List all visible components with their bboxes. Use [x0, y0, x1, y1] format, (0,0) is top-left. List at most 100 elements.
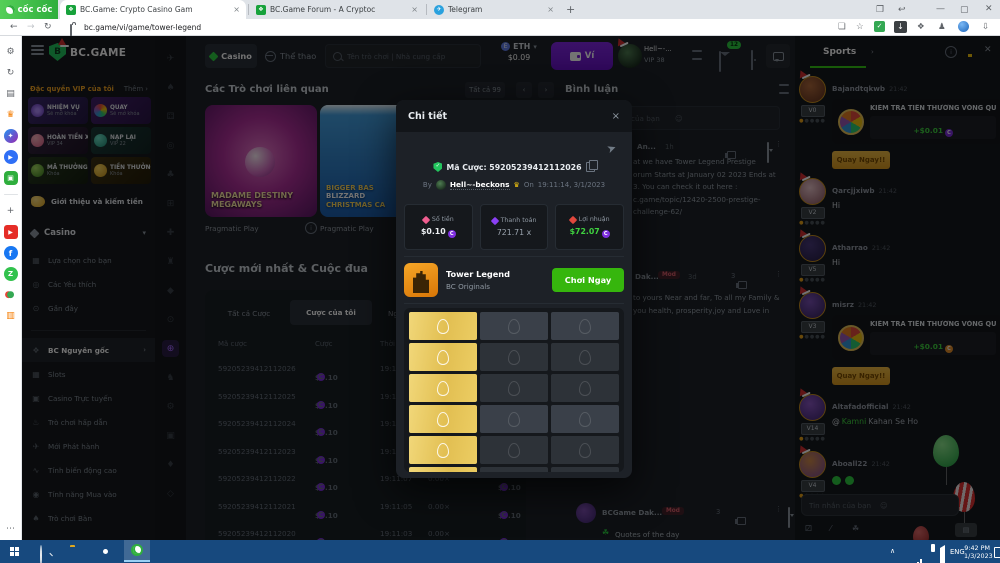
language-label[interactable]: ENG — [950, 548, 965, 556]
bet-id-row: ✓ Mã Cược: 59205239412112026 — [396, 162, 632, 172]
maximize-button[interactable]: ▢ — [960, 5, 969, 15]
downloads-tray-icon[interactable]: ⇩ — [982, 22, 989, 32]
tower-cell[interactable] — [409, 405, 477, 433]
browser-addressbar: ← → ↻ bc.game/vi/game/tower-legend ❏ ☆ ✓… — [0, 19, 1000, 36]
facebook-icon[interactable]: f — [4, 246, 18, 260]
tab-bc-game[interactable]: ❖ BC.Game: Crypto Casino Gam × — [60, 0, 246, 19]
stat-box: Lợi nhuận $72.07C — [555, 204, 624, 250]
reader-icon[interactable]: ❏ — [838, 22, 846, 32]
tab-bc-forum[interactable]: ❖ BC.Game Forum - A Cryptoc × — [250, 0, 424, 19]
bookmark-star-icon[interactable]: ☆ — [856, 22, 864, 32]
stat-box: Thanh toán 721.71 x — [480, 204, 549, 250]
tower-cell[interactable] — [480, 343, 548, 371]
minimize-button[interactable]: — — [936, 4, 945, 14]
tower-cell[interactable] — [551, 405, 619, 433]
play-now-button[interactable]: Chơi Ngay — [552, 268, 624, 292]
speaker-icon[interactable] — [940, 545, 945, 563]
extension-icon[interactable]: ❖ — [917, 22, 925, 32]
tab-separator — [248, 4, 249, 15]
games-icon[interactable]: ▣ — [4, 171, 18, 185]
tower-cell[interactable] — [409, 312, 477, 340]
bet-stats: Số tiền $0.10C Thanh toán 721.71 x Lợi n… — [404, 204, 624, 250]
new-tab-button[interactable]: + — [566, 3, 575, 16]
tower-row — [409, 374, 619, 402]
tower-cell[interactable] — [409, 374, 477, 402]
tower-cell[interactable] — [409, 436, 477, 464]
modal-header: Chi tiết × — [396, 100, 632, 132]
tower-cell[interactable] — [551, 343, 619, 371]
url-text[interactable]: bc.game/vi/game/tower-legend — [84, 23, 201, 32]
egg-icon — [508, 319, 520, 334]
tab-close-icon[interactable]: × — [233, 5, 240, 14]
telegram-favicon-icon: ✈ — [434, 5, 444, 15]
tab-close-icon[interactable]: × — [547, 5, 554, 14]
gear-icon[interactable]: ⚙ — [4, 45, 18, 59]
color-dot-icon[interactable]: ● — [4, 288, 18, 302]
coccoc-brand[interactable]: cốc cốc — [0, 0, 58, 19]
egg-icon — [579, 381, 591, 396]
tray-expand-icon[interactable]: ∧ — [890, 547, 895, 555]
tower-cell[interactable] — [409, 467, 477, 472]
tower-cell[interactable] — [551, 436, 619, 464]
tower-cell[interactable] — [480, 405, 548, 433]
reload-icon[interactable]: ↻ — [44, 22, 52, 32]
messenger-icon[interactable]: ✦ — [4, 129, 18, 143]
cart-icon[interactable]: ▥ — [4, 309, 18, 323]
tower-cell[interactable] — [480, 312, 548, 340]
egg-icon — [437, 381, 449, 396]
bcgame-favicon-icon: ❖ — [256, 5, 266, 15]
forward-icon[interactable]: → — [27, 22, 35, 32]
start-button[interactable] — [10, 547, 19, 556]
tower-cell[interactable] — [551, 312, 619, 340]
crown-icon[interactable]: ♛ — [4, 108, 18, 122]
history-icon[interactable]: ↻ — [4, 66, 18, 80]
reading-list-icon[interactable]: ▤ — [4, 87, 18, 101]
bcgame-favicon-icon: ❖ — [66, 5, 76, 15]
tower-cell[interactable] — [480, 374, 548, 402]
tower-row — [409, 436, 619, 464]
coccoc-logo-icon — [6, 5, 15, 14]
tower-legend-thumbnail[interactable] — [404, 263, 438, 297]
add-icon[interactable]: + — [4, 204, 18, 218]
back-icon[interactable]: ← — [10, 22, 18, 32]
media-icon[interactable]: ▶ — [4, 150, 18, 164]
cast-icon[interactable]: ❐ — [876, 5, 884, 15]
windows-taskbar: ∧ ENG 9:42 PM1/3/2023 — [0, 540, 1000, 563]
close-button[interactable]: ✕ — [985, 4, 993, 14]
bet-time: 19:11:14, 3/1/2023 — [538, 181, 605, 189]
tower-row — [409, 467, 619, 472]
profile-avatar[interactable] — [958, 21, 969, 32]
youtube-icon[interactable]: ▶ — [4, 225, 18, 239]
game-provider: BC Originals — [446, 282, 510, 291]
notification-center-icon[interactable] — [994, 547, 1000, 558]
modal-title: Chi tiết — [408, 111, 447, 122]
egg-icon — [579, 443, 591, 458]
person-flag-icon[interactable]: ♟ — [938, 22, 946, 32]
tower-cell[interactable] — [480, 467, 548, 472]
coccoc-taskbar-icon[interactable] — [124, 540, 150, 562]
tab-telegram[interactable]: ✈ Telegram × — [428, 0, 560, 19]
adblock-shield-icon[interactable]: ✓ — [874, 21, 885, 32]
egg-icon — [437, 412, 449, 427]
tower-cell[interactable] — [551, 374, 619, 402]
modal-close-icon[interactable]: × — [612, 111, 620, 122]
copy-icon[interactable] — [586, 162, 595, 172]
download-badge-icon[interactable]: ↓ — [894, 21, 907, 33]
clock[interactable]: 9:42 PM1/3/2023 — [964, 544, 990, 561]
tower-cell[interactable] — [409, 343, 477, 371]
tower-cell[interactable] — [551, 467, 619, 472]
tab-close-icon[interactable]: × — [411, 5, 418, 14]
taskbar-search-icon[interactable] — [40, 545, 42, 563]
screen: cốc cốc ❖ BC.Game: Crypto Casino Gam × ❖… — [0, 0, 1000, 563]
coin-icon: C — [448, 230, 456, 238]
share-icon[interactable]: ➤ — [605, 141, 618, 156]
back-to-app-icon[interactable]: ↩ — [898, 5, 906, 15]
tower-cell[interactable] — [480, 436, 548, 464]
divider[interactable] — [4, 194, 18, 195]
zalo-chat-icon[interactable]: Z — [4, 267, 18, 281]
game-title: Tower Legend — [446, 269, 510, 279]
bet-user[interactable]: Hell~-beckons — [450, 180, 510, 190]
stat-icon — [490, 216, 498, 224]
egg-icon — [437, 350, 449, 365]
more-icon[interactable]: ⋯ — [6, 524, 15, 534]
